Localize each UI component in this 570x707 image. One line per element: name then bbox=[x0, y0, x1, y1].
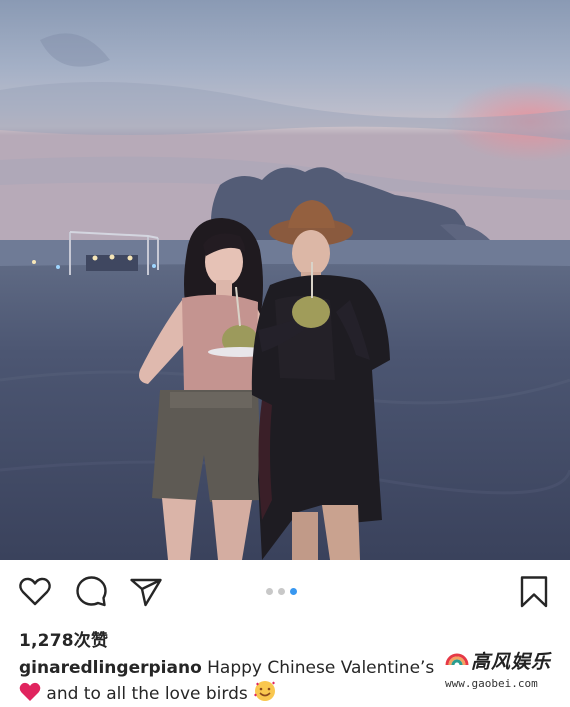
caption-text-2: and to all the love birds bbox=[41, 684, 254, 704]
carousel-dot bbox=[278, 588, 285, 595]
red-heart-icon bbox=[19, 682, 41, 707]
rainbow-logo-icon bbox=[445, 653, 469, 666]
comment-button[interactable] bbox=[73, 574, 109, 610]
like-button[interactable] bbox=[17, 574, 53, 610]
post-photo[interactable] bbox=[0, 0, 570, 560]
save-button[interactable] bbox=[516, 574, 552, 610]
heart-outline-icon bbox=[19, 577, 51, 606]
carousel-dot-active bbox=[290, 588, 297, 595]
smiling-face-with-hearts-icon bbox=[253, 680, 277, 707]
carousel-indicator bbox=[266, 588, 297, 596]
caption-text-1: Happy Chinese Valentine’s bbox=[201, 658, 435, 678]
beach-couple-photo bbox=[0, 0, 570, 560]
instagram-post: 1,278次赞 ginaredlingerpiano Happy Chinese… bbox=[0, 0, 570, 707]
bookmark-icon bbox=[520, 576, 548, 608]
watermark-url: www.gaobei.com bbox=[445, 677, 538, 690]
caption-username[interactable]: ginaredlingerpiano bbox=[19, 658, 202, 678]
watermark: 高风娱乐 www.gaobei.com bbox=[443, 645, 558, 693]
likes-count[interactable]: 1,278次赞 bbox=[19, 626, 108, 651]
post-actions bbox=[0, 560, 570, 620]
share-button[interactable] bbox=[128, 574, 164, 610]
watermark-title: 高风娱乐 bbox=[471, 651, 552, 673]
comment-bubble-icon bbox=[76, 576, 107, 607]
paper-plane-icon bbox=[130, 578, 162, 607]
carousel-dot bbox=[266, 588, 273, 595]
